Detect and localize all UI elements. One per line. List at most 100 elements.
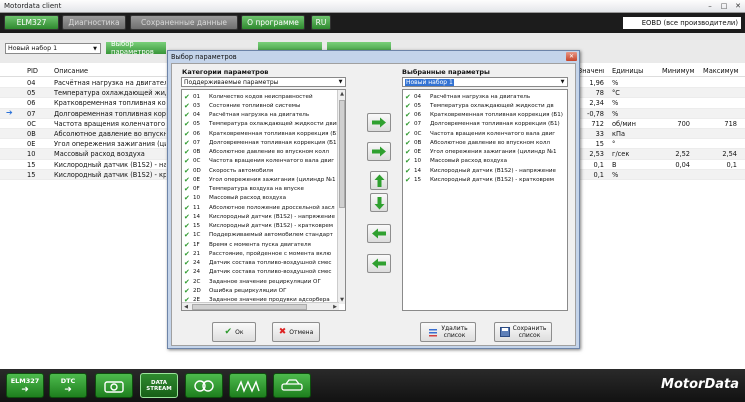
- categories-combo[interactable]: Поддерживаемые параметры ▼: [181, 77, 346, 87]
- language-button[interactable]: RU: [311, 15, 331, 30]
- check-icon: ✔: [184, 138, 190, 147]
- list-item[interactable]: ✔ 1C Поддерживаемый автомобилем стандарт: [184, 231, 333, 240]
- item-name: Угол опережения зажигания (цилиндр №1: [430, 149, 557, 155]
- elm327-tab[interactable]: ELM327: [4, 15, 59, 30]
- scroll-up-icon[interactable]: ▲: [338, 90, 345, 98]
- cancel-button[interactable]: ✖ Отмена: [272, 322, 320, 342]
- arrow-left-icon: [372, 228, 386, 239]
- scroll-right-icon[interactable]: ▶: [331, 303, 339, 310]
- window-title: Motordata client: [4, 2, 62, 10]
- close-window-button[interactable]: ✕: [731, 1, 745, 12]
- list-item[interactable]: ✔ 21 Расстояние, пройденное с момента вклю: [184, 249, 331, 258]
- clear-list-button[interactable]: Удалить список: [420, 322, 476, 342]
- list-item[interactable]: ✔ 0E Угол опережения зажигания (цилиндр №1: [184, 175, 336, 184]
- add-selected-button[interactable]: [367, 113, 391, 132]
- check-icon: ✔: [184, 194, 190, 203]
- scroll-left-icon[interactable]: ◀: [182, 303, 190, 310]
- row-value: 2,34: [589, 99, 604, 108]
- item-pid: 0E: [193, 176, 201, 183]
- categories-label: Категории параметров: [182, 68, 269, 76]
- maximize-button[interactable]: □: [717, 1, 731, 12]
- horizontal-scrollbar[interactable]: ◀ ▶: [182, 302, 339, 310]
- check-icon: ✔: [184, 175, 190, 184]
- about-tab[interactable]: О программе: [241, 15, 305, 30]
- list-item[interactable]: ✔ 2D Ошибка рециркуляции ОГ: [184, 286, 286, 295]
- move-down-button[interactable]: [370, 193, 388, 212]
- list-item[interactable]: ✔ 04 Расчётная нагрузка на двигатель: [405, 92, 530, 101]
- nav-data-stream-button[interactable]: DATA STREAM: [140, 373, 178, 398]
- list-item[interactable]: ✔ 05 Температура охлаждающей жидкости двиг: [184, 120, 339, 129]
- nav-vehicle-info-button[interactable]: [273, 373, 311, 398]
- minimize-button[interactable]: –: [703, 1, 717, 12]
- list-item[interactable]: ✔ 24 Датчик состава топливо-воздушной смес: [184, 259, 332, 268]
- ok-button[interactable]: ✔ Ок: [212, 322, 256, 342]
- selected-params-list[interactable]: ✔ 04 Расчётная нагрузка на двигатель ✔ 05 Тем…: [402, 89, 568, 311]
- check-icon: ✔: [405, 148, 411, 156]
- list-item[interactable]: ✔ 14 Кислородный датчик (B1S2) - напряжени…: [184, 212, 335, 221]
- nav-elm327-button[interactable]: ELM327 ➜: [6, 373, 44, 398]
- list-item[interactable]: ✔ 15 Кислородный датчик (B1S2) - кратковре…: [405, 175, 554, 184]
- list-item[interactable]: ✔ 11 Абсолютное положение дроссельной засл: [184, 203, 335, 212]
- vertical-scrollbar[interactable]: ▲ ▼: [337, 90, 345, 304]
- list-item[interactable]: ✔ 24 Датчик состава топливо-воздушной смес: [184, 268, 332, 277]
- list-item[interactable]: ✔ 15 Кислородный датчик (B1S2) - кратковре…: [184, 222, 333, 231]
- list-item[interactable]: ✔ 0E Угол опережения зажигания (цилиндр №1: [405, 148, 557, 157]
- check-icon: ✔: [184, 277, 190, 286]
- saved-data-tab[interactable]: Сохраненные данные: [130, 15, 238, 30]
- item-pid: 04: [193, 112, 201, 118]
- list-item[interactable]: ✔ 0D Скорость автомобиля: [184, 166, 273, 175]
- item-pid: 0C: [193, 158, 201, 165]
- list-item[interactable]: ✔ 10 Массовый расход воздуха: [184, 194, 286, 203]
- list-item[interactable]: ✔ 10 Массовый расход воздуха: [405, 157, 507, 166]
- list-item[interactable]: ✔ 0C Частота вращения коленчатого вала дви…: [405, 129, 555, 138]
- scroll-thumb[interactable]: [339, 100, 345, 208]
- list-item[interactable]: ✔ 07 Долговременная топливная коррекция (Б…: [405, 120, 560, 129]
- remove-all-button[interactable]: [367, 254, 391, 273]
- nav-oxygen-sensors-button[interactable]: [185, 373, 223, 398]
- scroll-down-icon[interactable]: ▼: [338, 296, 345, 304]
- list-item[interactable]: ✔ 06 Кратковременная топливная коррекция (…: [405, 111, 563, 120]
- list-item[interactable]: ✔ 04 Расчётная нагрузка на двигатель: [184, 111, 309, 120]
- check-icon: ✔: [405, 138, 411, 147]
- car-info-icon: [281, 378, 303, 391]
- available-params-list[interactable]: ✔ 01 Количество кодов неисправностей ✔ 03 Сос…: [181, 89, 346, 311]
- list-item[interactable]: ✔ 2C Заданное значение рециркуляции ОГ: [184, 277, 321, 286]
- list-item[interactable]: ✔ 0B Абсолютное давление во впускном колл: [405, 138, 550, 147]
- selected-set-combo[interactable]: Новый набор 1 ▼: [402, 77, 568, 87]
- list-item[interactable]: ✔ 0B Абсолютное давление во впускном колл: [184, 148, 329, 157]
- item-pid: 04: [414, 93, 422, 100]
- list-item[interactable]: ✔ 03 Состояние топливной системы: [184, 101, 300, 110]
- nav-dtc-button[interactable]: DTC ➜: [49, 373, 87, 398]
- hscroll-thumb[interactable]: [192, 304, 307, 310]
- row-pid: 10: [27, 150, 36, 159]
- item-pid: 11: [193, 204, 201, 211]
- nav-freeze-frame-button[interactable]: [95, 373, 133, 398]
- oxygen-sensor-icon: [194, 379, 214, 392]
- double-arrow-right-icon: [372, 146, 386, 157]
- check-icon: ✔: [405, 101, 411, 110]
- list-item[interactable]: ✔ 14 Кислородный датчик (B1S2) - напряжени…: [405, 166, 556, 175]
- item-pid: 01: [193, 93, 201, 100]
- diagnostics-tab[interactable]: Диагностика: [62, 15, 126, 30]
- item-pid: 10: [193, 195, 201, 202]
- item-name: Кратковременная топливная коррекция (Б1: [209, 130, 340, 137]
- move-up-button[interactable]: [370, 171, 388, 190]
- remove-selected-button[interactable]: [367, 224, 391, 243]
- parameter-set-select[interactable]: Новый набор 1 ▼: [5, 43, 101, 54]
- check-icon: ✔: [405, 175, 411, 184]
- list-item[interactable]: ✔ 05 Температура охлаждающей жидкости дв: [405, 101, 554, 110]
- add-all-button[interactable]: [367, 142, 391, 161]
- nav-graphs-button[interactable]: [229, 373, 267, 398]
- list-item[interactable]: ✔ 07 Долговременная топливная коррекция (Б…: [184, 138, 339, 147]
- list-item[interactable]: ✔ 06 Кратковременная топливная коррекция (…: [184, 129, 340, 138]
- list-item[interactable]: ✔ 1F Время с момента пуска двигателя: [184, 240, 311, 249]
- list-item[interactable]: ✔ 0C Частота вращения коленчатого вала дви…: [184, 157, 334, 166]
- list-item[interactable]: ✔ 0F Температура воздуха на впуске: [184, 185, 304, 194]
- select-params-button[interactable]: Выбор параметров: [106, 40, 166, 56]
- dialog-close-button[interactable]: ✕: [566, 52, 577, 61]
- nav-dtc-label: DTC: [60, 376, 76, 385]
- chevron-down-icon: ▼: [338, 79, 343, 85]
- row-description: Частота вращения коленчатого вала: [54, 119, 166, 128]
- list-item[interactable]: ✔ 01 Количество кодов неисправностей: [184, 92, 313, 101]
- save-list-button[interactable]: Сохранить список: [494, 322, 552, 342]
